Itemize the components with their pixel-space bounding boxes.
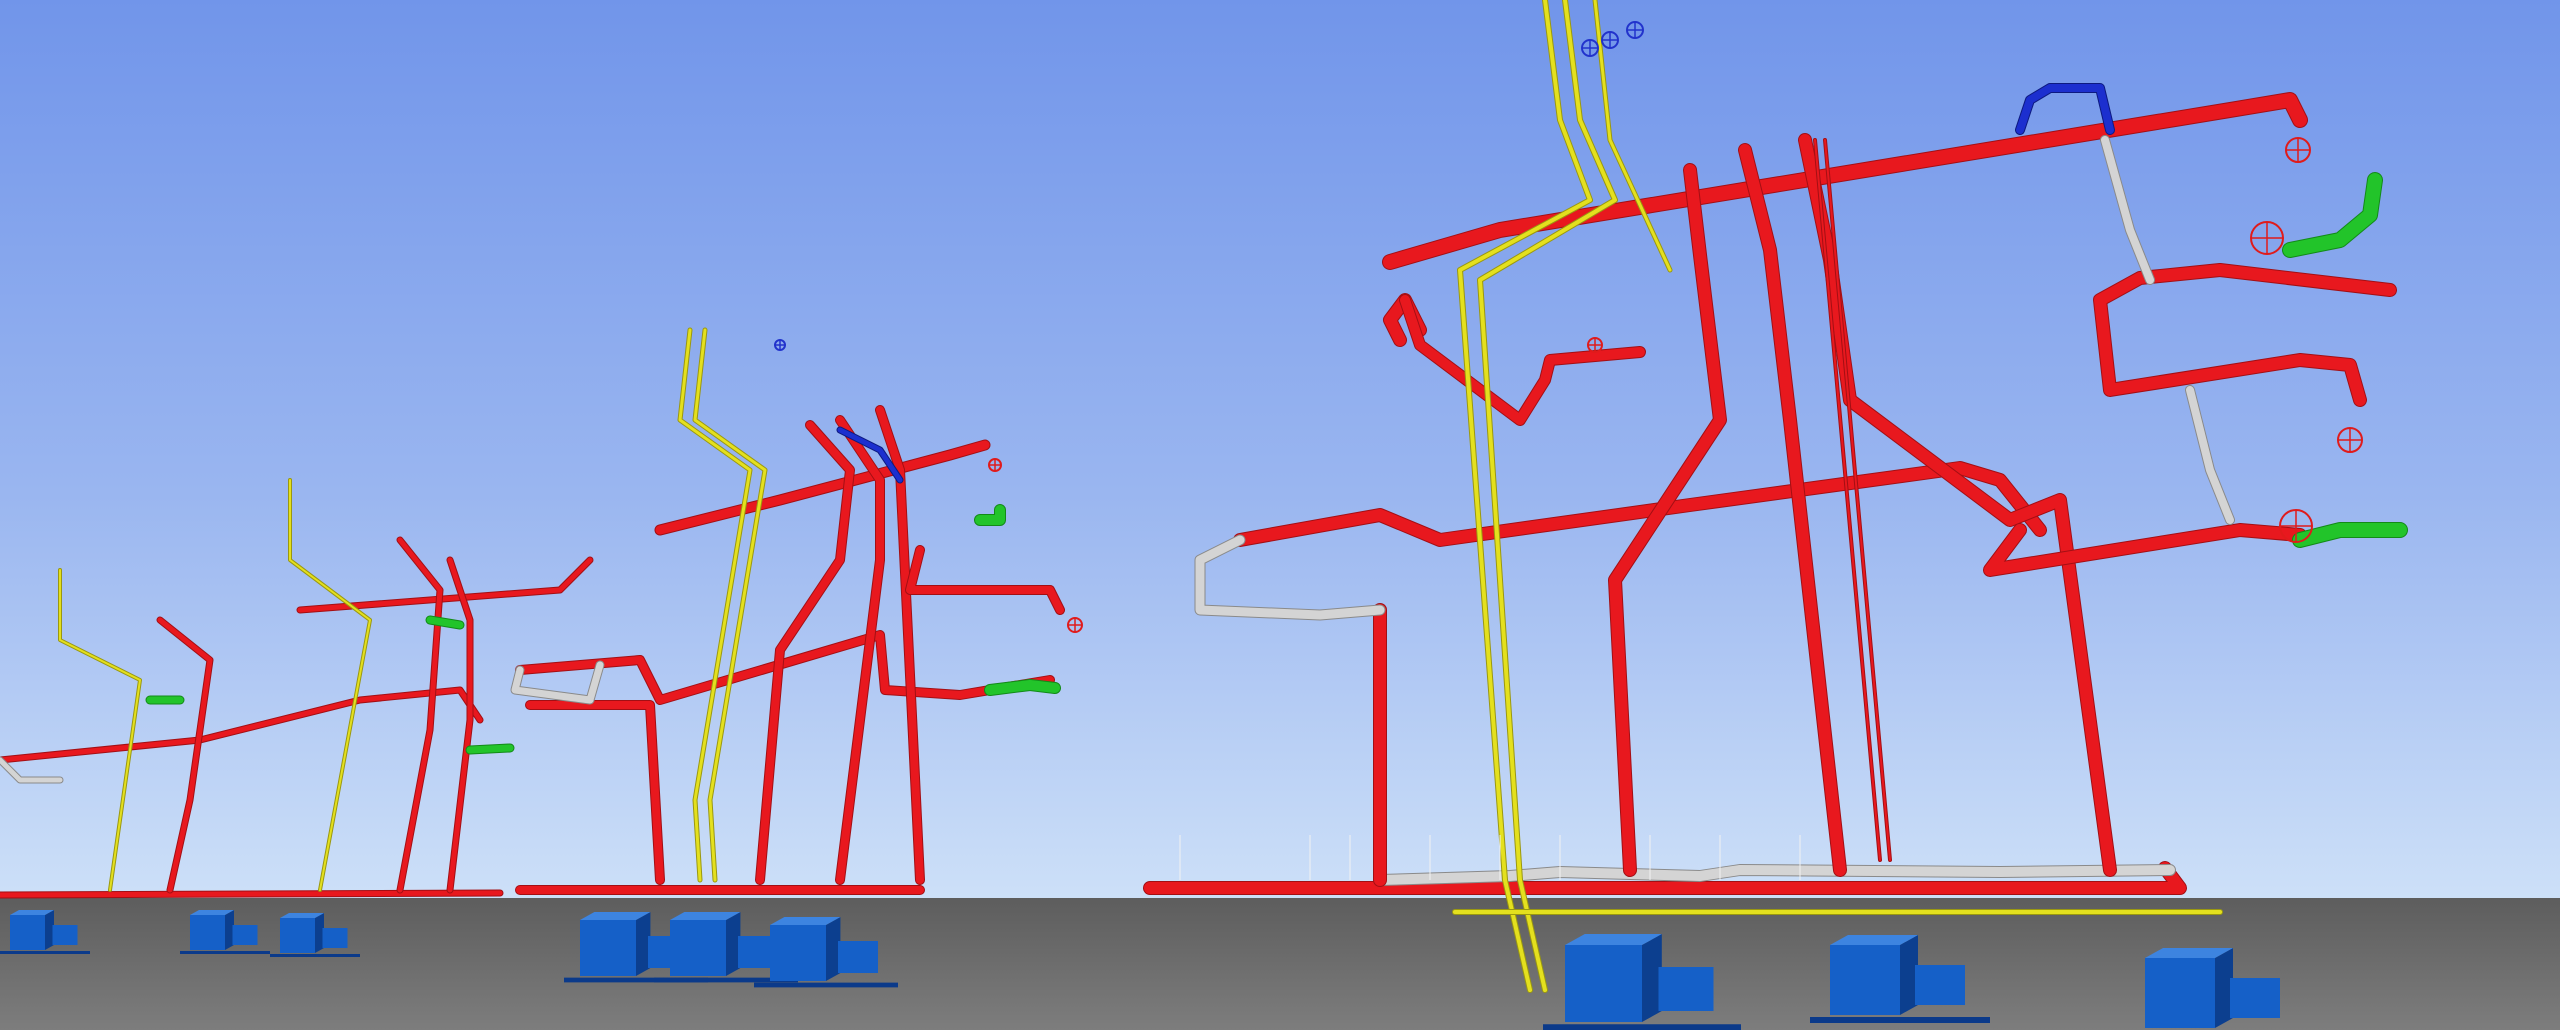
pump-body: [2145, 958, 2215, 1028]
pump-body: [1830, 945, 1900, 1015]
pump-body: [580, 920, 636, 976]
pump-body: [770, 925, 826, 981]
pipe-network-3d-scene: [0, 0, 2560, 1030]
far-green-pipe-c: [426, 616, 464, 629]
pump-motor: [1658, 967, 1714, 1011]
pump-body: [10, 915, 45, 950]
mid-green-pipe-lower: [985, 680, 1060, 695]
pump-motor: [2230, 978, 2280, 1018]
pump-body: [1565, 945, 1642, 1022]
pump-base: [270, 954, 360, 957]
pump-motor: [838, 941, 878, 973]
pump-base: [0, 951, 90, 954]
handwheel-valve-icon: [2279, 509, 2313, 543]
handwheel-valve-icon: [988, 458, 1002, 472]
handwheel-valve-icon: [1581, 39, 1599, 57]
pump-base: [754, 982, 898, 988]
far-green-pipe-b: [466, 744, 514, 754]
handwheel-valve-icon: [2285, 137, 2311, 163]
pump-body: [280, 918, 315, 953]
pump-body: [190, 915, 225, 950]
pump-motor: [1915, 965, 1965, 1005]
handwheel-valve-icon: [1067, 617, 1083, 633]
handwheel-valve-icon: [1601, 31, 1619, 49]
handwheel-valve-icon: [2250, 221, 2284, 255]
pump-base: [1810, 1017, 1990, 1023]
pump-body: [670, 920, 726, 976]
3d-viewport[interactable]: [0, 0, 2560, 1030]
far-header-red-pipe: [0, 890, 503, 898]
pump-base: [180, 951, 270, 954]
pump-motor: [322, 928, 348, 948]
sky-background: [0, 0, 2560, 900]
pump-motor: [52, 925, 78, 945]
pump-motor: [232, 925, 258, 945]
handwheel-valve-icon: [1626, 21, 1644, 39]
pump-base: [1543, 1024, 1741, 1030]
handwheel-valve-icon: [2337, 427, 2363, 453]
handwheel-valve-icon: [1587, 337, 1603, 353]
handwheel-valve-icon: [774, 339, 786, 351]
